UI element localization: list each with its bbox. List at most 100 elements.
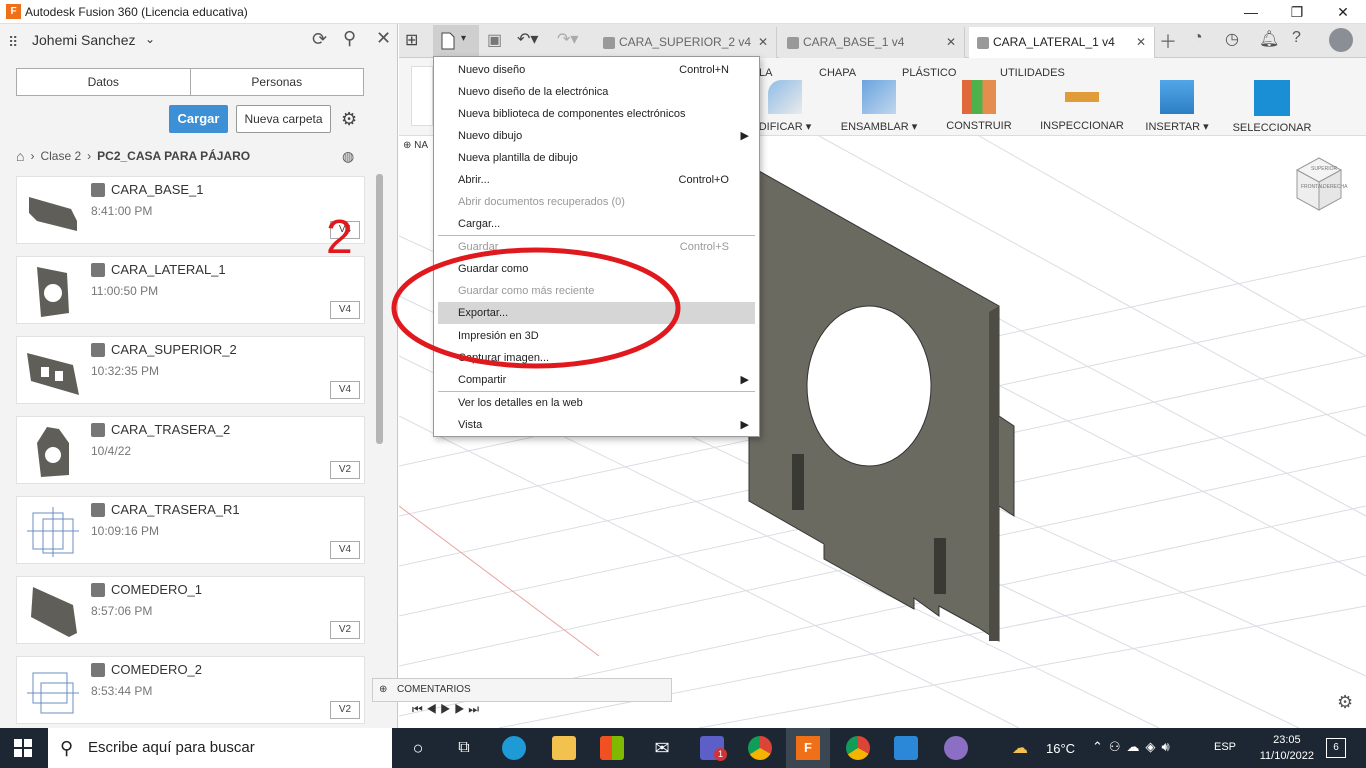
tab-chapa[interactable]: CHAPA	[819, 67, 856, 79]
undo-icon[interactable]: ↶▾	[517, 29, 538, 49]
minimize-icon[interactable]: —	[1228, 2, 1274, 22]
comments-panel[interactable]: ⊕ COMENTARIOS	[372, 678, 672, 702]
notification-center-icon[interactable]: 6	[1326, 738, 1346, 758]
cortana-icon[interactable]: ○	[406, 736, 430, 760]
list-item[interactable]: CARA_LATERAL_1 11:00:50 PM V4	[16, 256, 365, 324]
version-badge[interactable]: V2	[330, 701, 360, 719]
avatar[interactable]	[1329, 28, 1353, 52]
grid-apps-icon[interactable]: ⠿	[8, 34, 18, 51]
menu-item-new-electronics-library[interactable]: Nueva biblioteca de componentes electrón…	[438, 103, 755, 125]
list-item[interactable]: CARA_TRASERA_R1 10:09:16 PM V4	[16, 496, 365, 564]
system-tray-icons[interactable]: ⌃⚇☁◈🔊︎	[1092, 739, 1176, 755]
insert-menu[interactable]: INSERTAR ▾	[1145, 80, 1209, 133]
tab-personas[interactable]: Personas	[191, 69, 364, 95]
chevron-down-icon[interactable]: ⌄	[145, 32, 155, 46]
windows-taskbar: ⚲ Escribe aquí para buscar ○ ⧉ ✉ 1 F ☁︎ …	[0, 728, 1366, 768]
version-badge[interactable]: V2	[330, 461, 360, 479]
version-badge[interactable]: V4	[330, 301, 360, 319]
redo-icon[interactable]: ↷▾	[557, 29, 578, 49]
job-status-icon[interactable]: ◷	[1225, 29, 1239, 49]
clock[interactable]: 23:05 11/10/2022	[1260, 732, 1314, 764]
new-folder-button[interactable]: Nueva carpeta	[236, 105, 331, 133]
close-tab-icon[interactable]: ✕	[1136, 27, 1146, 58]
grid-menu-icon[interactable]: ⊞	[405, 30, 418, 50]
item-name: CARA_SUPERIOR_2	[111, 342, 237, 357]
add-comment-icon[interactable]: ⊕	[379, 679, 387, 701]
maximize-icon[interactable]: ❐	[1274, 2, 1320, 22]
viewcube[interactable]: FRONTAL DERECHA SUPERIOR	[1279, 148, 1359, 228]
chrome-profile-icon[interactable]	[846, 736, 870, 760]
menu-item-new-electronics-design[interactable]: Nuevo diseño de la electrónica	[438, 81, 755, 103]
chrome-icon[interactable]	[748, 736, 772, 760]
user-name[interactable]: Johemi Sanchez	[32, 32, 136, 48]
list-item[interactable]: COMEDERO_2 8:53:44 PM V2	[16, 656, 365, 724]
list-item[interactable]: CARA_BASE_1 8:41:00 PM V4	[16, 176, 365, 244]
paint-icon[interactable]	[944, 736, 968, 760]
upload-button[interactable]: Cargar	[169, 105, 228, 133]
gear-icon[interactable]: ⚙	[341, 109, 357, 130]
list-item[interactable]: COMEDERO_1 8:57:06 PM V2	[16, 576, 365, 644]
tab-ribbon-1[interactable]: LA	[759, 67, 772, 79]
assemble-menu[interactable]: ENSAMBLAR ▾	[839, 80, 919, 133]
language-indicator[interactable]: ESP	[1214, 741, 1236, 753]
design-cube-icon	[91, 583, 105, 597]
measure-icon	[1065, 92, 1099, 102]
list-item[interactable]: CARA_SUPERIOR_2 10:32:35 PM V4	[16, 336, 365, 404]
windows-start-icon[interactable]	[14, 739, 32, 760]
file-explorer-icon[interactable]	[552, 736, 576, 760]
tab-cara-lateral[interactable]: CARA_LATERAL_1 v4 ✕	[969, 27, 1155, 58]
panel-scrollbar[interactable]	[376, 174, 383, 444]
search-icon[interactable]: ⚲	[343, 28, 356, 49]
taskbar-search-box[interactable]: ⚲ Escribe aquí para buscar	[48, 728, 392, 768]
menu-item-open[interactable]: Abrir... Control+O	[438, 169, 755, 191]
tab-cara-base[interactable]: CARA_BASE_1 v4 ✕	[779, 27, 965, 58]
version-badge[interactable]: V4	[330, 541, 360, 559]
version-badge[interactable]: V2	[330, 621, 360, 639]
store-icon[interactable]	[600, 736, 624, 760]
construct-icon	[962, 80, 996, 114]
close-tab-icon[interactable]: ✕	[946, 27, 956, 58]
fusion-taskbar-icon: F	[796, 736, 820, 760]
menu-item-new-drawing-template[interactable]: Nueva plantilla de dibujo	[438, 147, 755, 169]
close-tab-icon[interactable]: ✕	[758, 27, 768, 58]
new-tab-icon[interactable]: ＋	[1159, 28, 1177, 54]
version-badge[interactable]: V4	[330, 381, 360, 399]
teams-icon[interactable]: 1	[700, 736, 727, 761]
menu-item-view[interactable]: Vista ▶	[438, 414, 755, 436]
notifications-icon[interactable]: 🔔︎	[1259, 29, 1279, 49]
refresh-icon[interactable]: ⟳	[312, 29, 327, 50]
menu-item-upload[interactable]: Cargar...	[438, 213, 755, 235]
app-icon[interactable]	[894, 736, 918, 760]
globe-icon[interactable]: ◍	[342, 148, 354, 165]
edge-icon[interactable]	[502, 736, 526, 760]
menu-item-new-drawing[interactable]: Nuevo dibujo ▶	[438, 125, 755, 147]
save-icon[interactable]: ▣	[487, 30, 502, 50]
timeline-controls[interactable]: ⏮ ◀ ▶ ▶ ⏭	[412, 702, 479, 717]
extensions-icon[interactable]: ◔	[1193, 29, 1203, 47]
close-panel-icon[interactable]: ✕	[376, 28, 391, 49]
mail-icon[interactable]: ✉	[650, 736, 674, 760]
gear-icon[interactable]: ⚙	[1337, 692, 1353, 713]
tab-utilidades[interactable]: UTILIDADES	[1000, 67, 1065, 79]
file-menu-button[interactable]: ▾	[433, 25, 479, 57]
tab-cara-superior[interactable]: CARA_SUPERIOR_2 v4 ✕	[595, 27, 777, 58]
weather-icon[interactable]: ☁︎	[1012, 738, 1028, 758]
design-thumbnail	[27, 353, 79, 395]
modify-menu[interactable]: DIFICAR ▾	[755, 80, 815, 133]
fusion-taskbar-button[interactable]: F	[786, 728, 830, 768]
tab-plastico[interactable]: PLÁSTICO	[902, 67, 956, 79]
help-icon[interactable]: ?	[1292, 29, 1301, 47]
task-view-icon[interactable]: ⧉	[452, 736, 476, 760]
menu-item-view-details-web[interactable]: Ver los detalles en la web	[438, 392, 755, 414]
breadcrumb-item[interactable]: Clase 2	[40, 149, 81, 163]
design-thumbnail	[37, 427, 69, 477]
workspace-switcher[interactable]	[411, 66, 433, 126]
home-icon[interactable]: ⌂	[16, 148, 24, 164]
menu-item-new-design[interactable]: Nuevo diseño Control+N	[438, 59, 755, 81]
tab-datos[interactable]: Datos	[17, 69, 191, 95]
close-window-icon[interactable]: ✕	[1320, 2, 1366, 22]
list-item[interactable]: CARA_TRASERA_2 10/4/22 V2	[16, 416, 365, 484]
weather-temp[interactable]: 16°C	[1046, 741, 1075, 756]
teams-badge: 1	[714, 748, 727, 761]
annotation-circle	[391, 247, 681, 369]
